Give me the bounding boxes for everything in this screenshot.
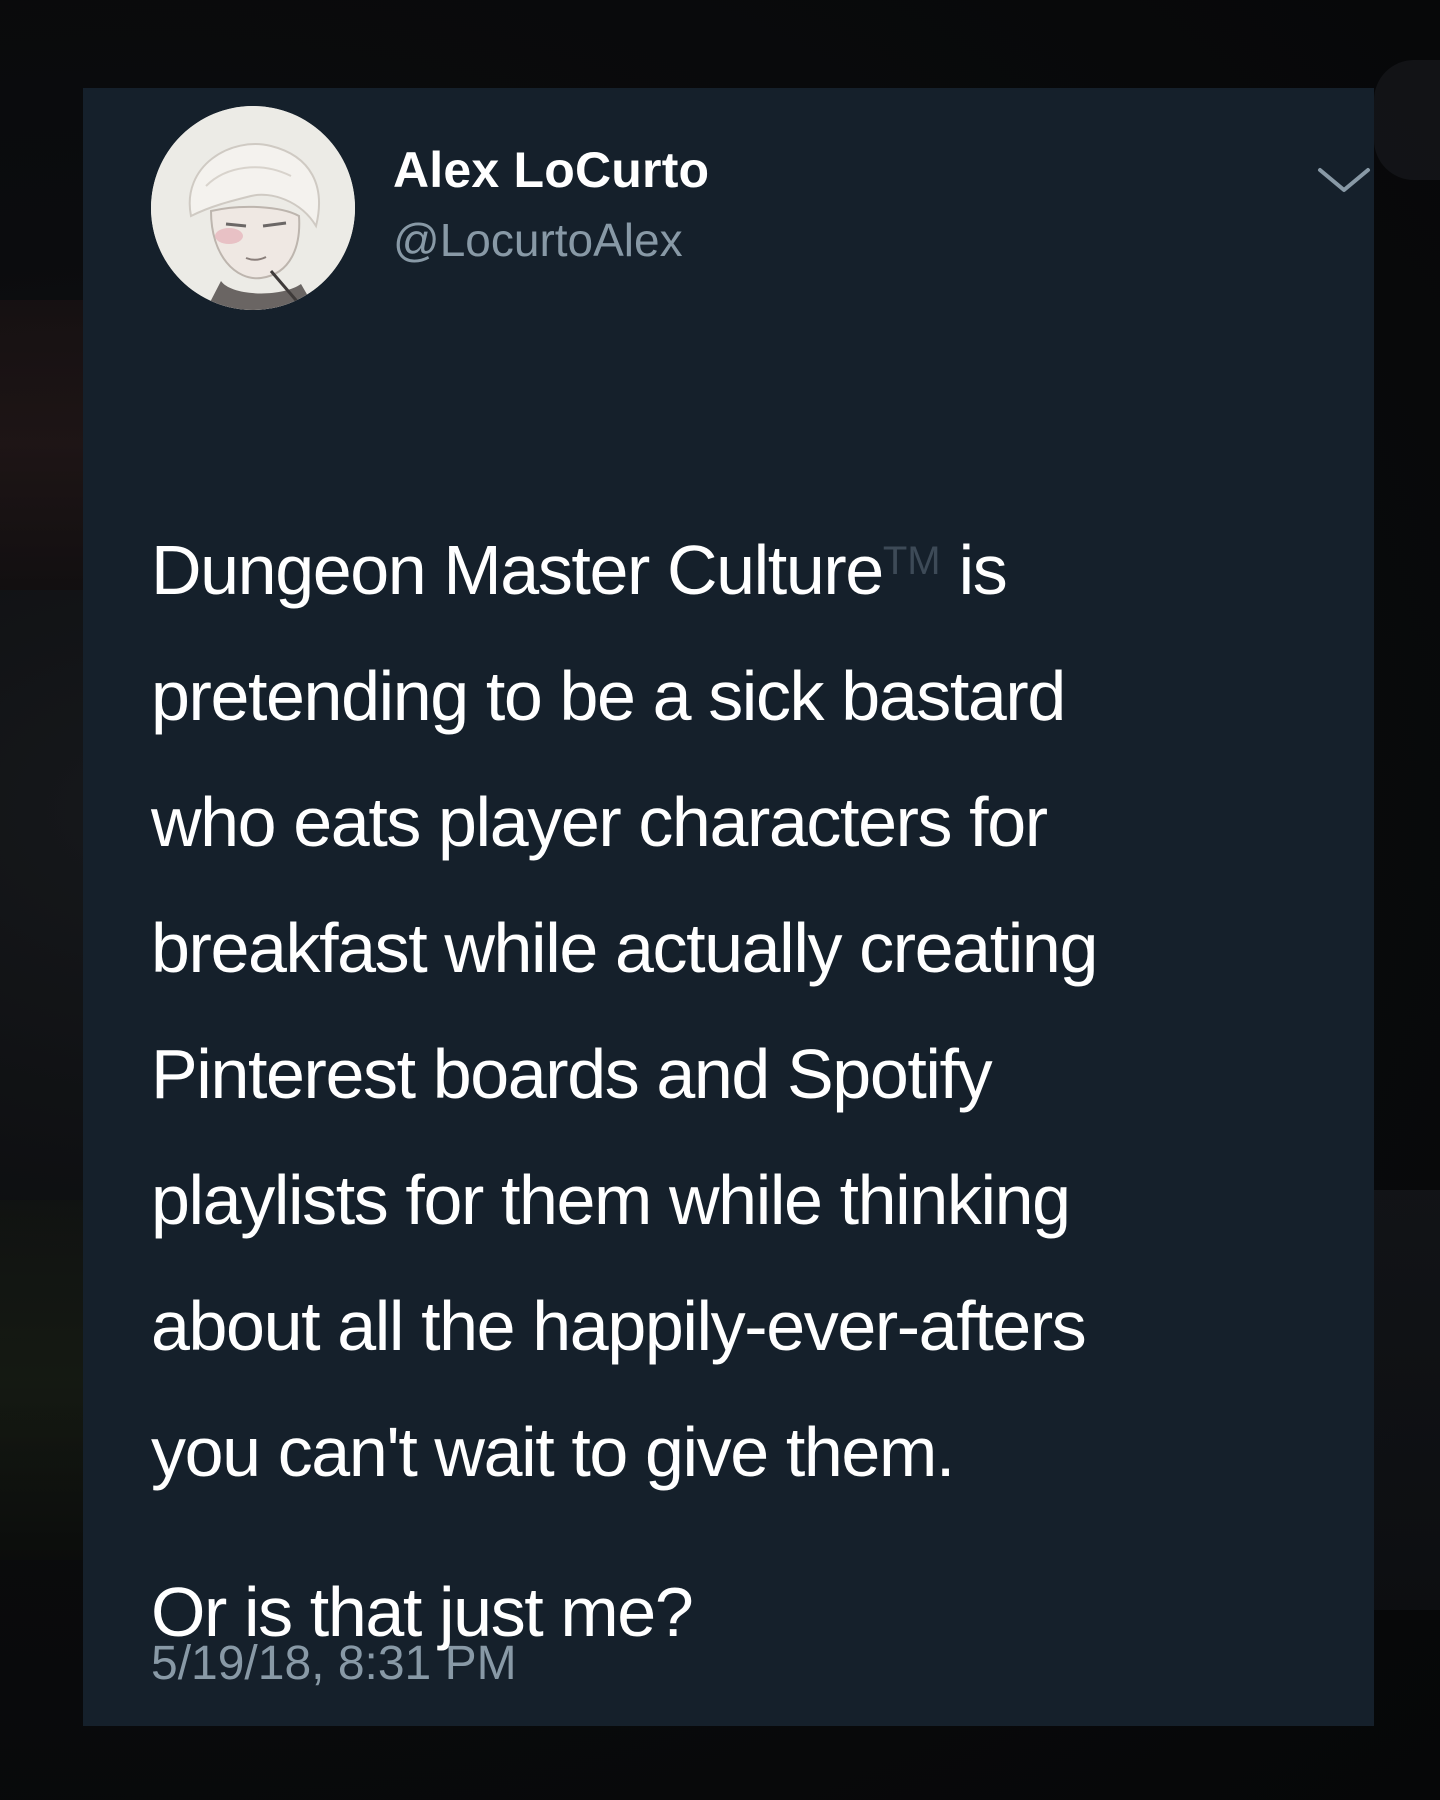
tweet-timestamp[interactable]: 5/19/18, 8:31 PM	[151, 1634, 517, 1694]
background-ghost-panel	[1374, 60, 1440, 180]
trademark-mark: TM	[882, 539, 941, 583]
tweet-text-rest: pretending to be a sick bastard who eats…	[151, 657, 1098, 1491]
background-ghost-panel	[1374, 1190, 1440, 1610]
tweet-text-line1-end: is	[940, 531, 1008, 609]
avatar-sketch-icon	[151, 106, 355, 310]
chevron-down-icon[interactable]	[1314, 158, 1374, 202]
tweet-header: Alex LoCurto @LocurtoAlex	[83, 88, 1374, 328]
background-ghost-image	[0, 1200, 84, 1560]
background-ghost-image	[0, 300, 90, 590]
tweet-text: Dungeon Master CultureTM is pretending t…	[151, 498, 1361, 1675]
author-handle[interactable]: @LocurtoAlex	[393, 210, 709, 270]
tweet-paragraph-1: Dungeon Master CultureTM is pretending t…	[151, 498, 1361, 1515]
author-display-name[interactable]: Alex LoCurto	[393, 140, 709, 200]
avatar[interactable]	[151, 106, 355, 310]
screenshot-stage: Alex LoCurto @LocurtoAlex Dungeon Master…	[0, 0, 1440, 1800]
tweet-text-line1: Dungeon Master Culture	[151, 531, 884, 609]
tweet-author[interactable]: Alex LoCurto @LocurtoAlex	[393, 140, 709, 270]
tweet-card: Alex LoCurto @LocurtoAlex Dungeon Master…	[83, 88, 1374, 1726]
